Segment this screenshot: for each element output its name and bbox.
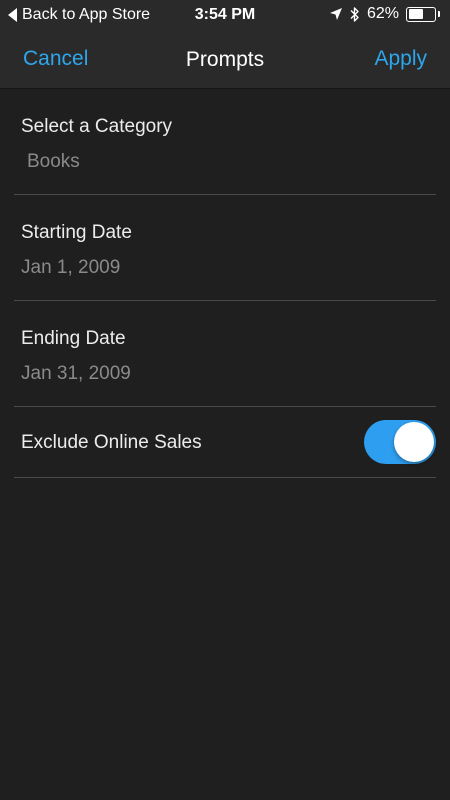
nav-bar: Cancel Prompts Apply [0, 32, 450, 89]
apply-button[interactable]: Apply [374, 47, 427, 71]
category-label: Select a Category [21, 116, 173, 137]
starting-date-label: Starting Date [21, 222, 132, 243]
category-row[interactable]: Select a Category Books [14, 89, 436, 195]
exclude-online-sales-toggle[interactable] [364, 420, 436, 464]
ending-date-value: Jan 31, 2009 [21, 363, 131, 384]
status-indicators: 62% [329, 5, 440, 23]
bluetooth-icon [350, 6, 359, 22]
prompts-form: Select a Category Books Starting Date Ja… [0, 89, 450, 478]
toggle-knob [394, 422, 434, 462]
battery-icon [406, 6, 436, 22]
category-value: Books [27, 151, 80, 172]
starting-date-value: Jan 1, 2009 [21, 257, 121, 278]
ending-date-row[interactable]: Ending Date Jan 31, 2009 [14, 301, 436, 407]
ending-date-label: Ending Date [21, 328, 126, 349]
exclude-online-sales-row: Exclude Online Sales [14, 407, 436, 478]
battery-tip [438, 11, 440, 17]
battery-fill [408, 9, 424, 19]
location-arrow-icon [329, 8, 342, 20]
starting-date-row[interactable]: Starting Date Jan 1, 2009 [14, 195, 436, 301]
battery-percent: 62% [366, 5, 399, 22]
status-bar: Back to App Store 3:54 PM 62% [0, 0, 450, 32]
exclude-online-sales-label: Exclude Online Sales [21, 432, 202, 453]
